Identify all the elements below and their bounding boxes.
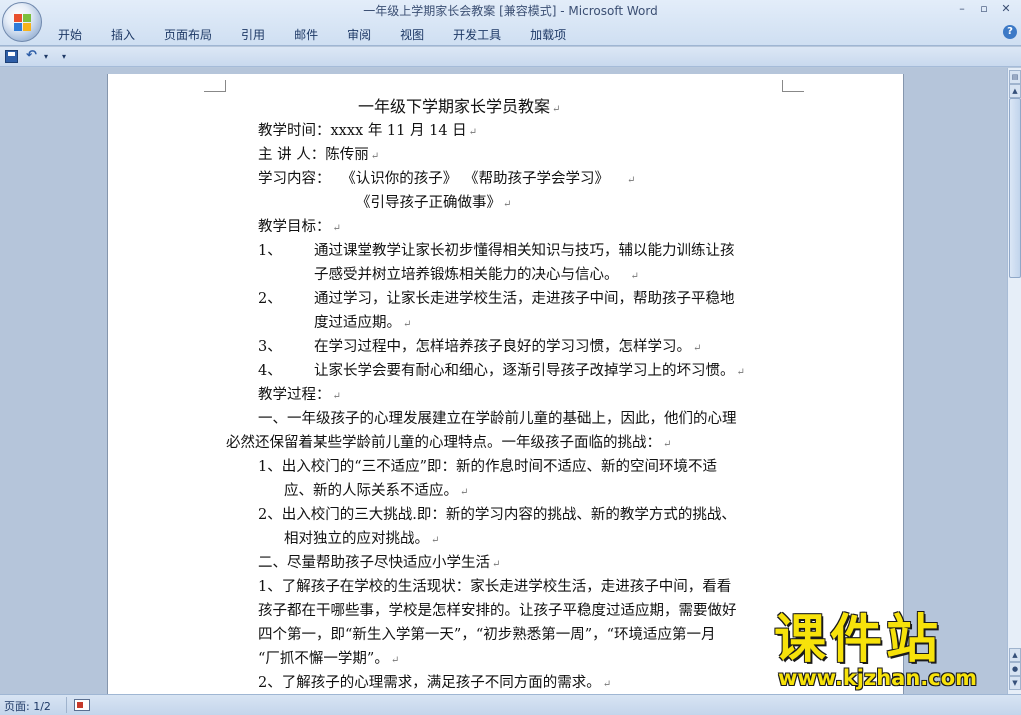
browse-object-icon[interactable]: ● <box>1009 662 1021 676</box>
goal-1-line2: 子感受并树立培养锻炼相关能力的决心与信心。 ↵ <box>314 267 639 283</box>
watermark-logo: 课件站 www.kjzhan.com <box>770 612 1010 692</box>
ruler-toggle-icon[interactable]: ▤ <box>1009 70 1021 84</box>
process-p1-line1: 一、一年级孩子的心理发展建立在学龄前儿童的基础上，因此，他们的心理 <box>258 411 737 427</box>
process-item1-line1: 1、出入校门的“三不适应”即：新的作息时间不适应、新的空间环境不适 <box>258 459 718 475</box>
process-p1-line2: 必然还保留着某些学龄前儿童的心理特点。一年级孩子面临的挑战： ↵ <box>226 435 672 451</box>
learning-content-3: 《引导孩子正确做事》 ↵ <box>356 195 512 211</box>
previous-page-icon[interactable]: ▲ <box>1009 648 1021 662</box>
status-bar: 页面: 1/2 <box>0 694 1021 715</box>
goal-4-line1: 让家长学会要有耐心和细心，逐渐引导孩子改掉学习上的坏习惯。 ↵ <box>314 363 745 379</box>
document-workspace: 一年级下学期家长学员教案 ↵ 教学时间：xxxx 年 11 月 14 日 ↵ 主 讲… <box>0 68 1007 694</box>
undo-dropdown-icon[interactable]: ▾ <box>44 52 48 66</box>
margin-corner-mark <box>204 80 226 92</box>
process-item1-line2: 应、新的人际关系不适应。 ↵ <box>284 483 469 499</box>
section-2-item1-line2: 孩子都在干哪些事，学校是怎样安排的。让孩子平稳度过适应期，需要做好 <box>258 603 737 619</box>
status-divider <box>66 697 67 713</box>
quick-access-toolbar: ↶ ▾ ▾ <box>0 47 1021 67</box>
section-2-heading: 二、尽量帮助孩子尽快适应小学生活 ↵ <box>258 555 501 571</box>
title-bar: 一年级上学期家长会教案 [兼容模式] - Microsoft Word – ▫ ✕ … <box>0 0 1021 46</box>
close-button[interactable]: ✕ <box>995 2 1017 15</box>
tab-home[interactable]: 开始 <box>58 26 82 43</box>
window-controls: – ▫ ✕ <box>951 2 1017 15</box>
goal-2-line1: 通过学习，让家长走进学校生活，走进孩子中间，帮助孩子平稳地 <box>314 291 735 307</box>
ribbon-tabs: 开始 插入 页面布局 引用 邮件 审阅 视图 开发工具 加载项 <box>58 24 595 42</box>
tab-page-layout[interactable]: 页面布局 <box>164 26 212 43</box>
page-count[interactable]: 页面: 1/2 <box>4 698 51 714</box>
vertical-scrollbar[interactable]: ▤ ▲ ▲ ● ▼ <box>1007 68 1021 694</box>
watermark-url: www.kjzhan.com <box>778 666 978 690</box>
tab-addins[interactable]: 加载项 <box>530 26 566 43</box>
section-2-item1-line1: 1、了解孩子在学校的生活现状：家长走进学校生活，走进孩子中间，看看 <box>258 579 732 595</box>
restore-button[interactable]: ▫ <box>973 2 995 15</box>
document-page[interactable]: 一年级下学期家长学员教案 ↵ 教学时间：xxxx 年 11 月 14 日 ↵ 主 讲… <box>108 74 903 694</box>
tab-references[interactable]: 引用 <box>241 26 265 43</box>
scroll-up-icon[interactable]: ▲ <box>1009 84 1021 98</box>
minimize-button[interactable]: – <box>951 2 973 15</box>
tab-mailings[interactable]: 邮件 <box>294 26 318 43</box>
goal-3-line1: 在学习过程中，怎样培养孩子良好的学习习惯，怎样学习。 ↵ <box>314 339 702 355</box>
teaching-time: 教学时间：xxxx 年 11 月 14 日 ↵ <box>258 123 478 139</box>
process-heading: 教学过程： ↵ <box>258 387 341 403</box>
goal-3: 3、 <box>258 339 282 355</box>
proofing-status-icon[interactable] <box>74 699 90 711</box>
goals-heading: 教学目标： ↵ <box>258 219 341 235</box>
tab-review[interactable]: 审阅 <box>347 26 371 43</box>
goal-2: 2、 <box>258 291 282 307</box>
undo-icon[interactable]: ↶ <box>26 48 37 63</box>
process-item2-line2: 相对独立的应对挑战。 ↵ <box>284 531 440 547</box>
scroll-thumb[interactable] <box>1009 98 1021 278</box>
goal-2-line2: 度过适应期。 ↵ <box>314 315 412 331</box>
save-icon[interactable] <box>5 50 18 63</box>
tab-developer[interactable]: 开发工具 <box>453 26 501 43</box>
document-title: 一年级下学期家长学员教案 ↵ <box>358 97 561 116</box>
section-2-item1-line3: 四个第一，即“新生入学第一天”，“初步熟悉第一周”，“环境适应第一月 <box>258 627 716 643</box>
window-title: 一年级上学期家长会教案 [兼容模式] - Microsoft Word <box>363 4 658 18</box>
section-2-item1-line4: “厂抓不懈一学期”。 ↵ <box>258 651 400 667</box>
section-2-item2: 2、了解孩子的心理需求，满足孩子不同方面的需求。 ↵ <box>258 675 612 691</box>
speaker: 主 讲 人：陈传丽 ↵ <box>258 147 380 163</box>
learning-content: 学习内容： 《认识你的孩子》 《帮助孩子学会学习》 ↵ <box>258 171 636 187</box>
margin-corner-mark <box>782 80 804 92</box>
process-item2-line1: 2、出入校门的三大挑战.即：新的学习内容的挑战、新的教学方式的挑战、 <box>258 507 736 523</box>
watermark-title: 课件站 <box>774 610 943 670</box>
next-page-icon[interactable]: ▼ <box>1009 676 1021 690</box>
customize-toolbar-icon[interactable]: ▾ <box>62 52 66 66</box>
help-icon[interactable]: ? <box>1003 25 1017 39</box>
goal-4: 4、 <box>258 363 282 379</box>
tab-view[interactable]: 视图 <box>400 26 424 43</box>
goal-1: 1、 <box>258 243 282 259</box>
goal-1-line1: 通过课堂教学让家长初步懂得相关知识与技巧，辅以能力训练让孩 <box>314 243 735 259</box>
tab-insert[interactable]: 插入 <box>111 26 135 43</box>
